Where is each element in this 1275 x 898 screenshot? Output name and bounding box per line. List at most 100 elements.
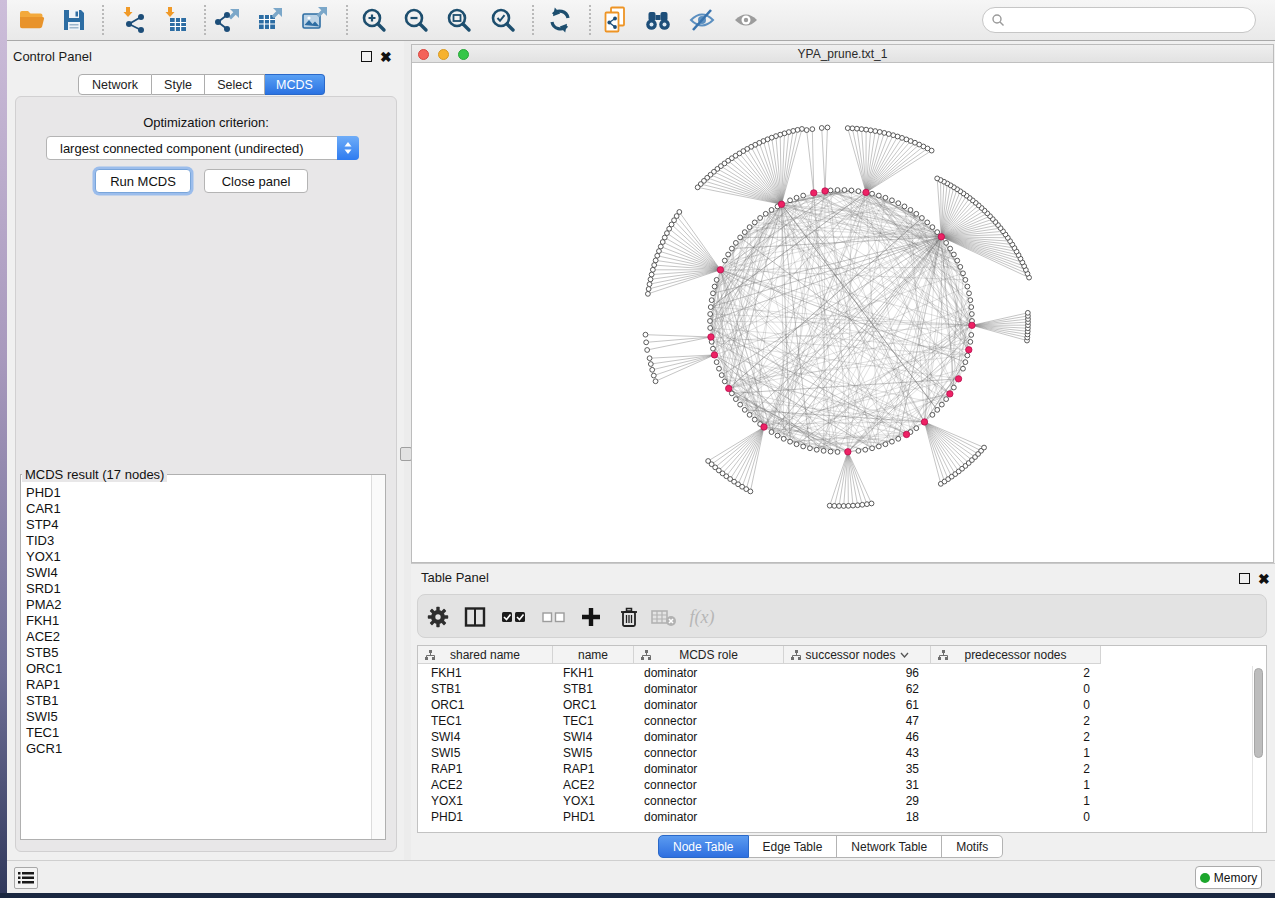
cell-successor-nodes[interactable]: 47 <box>784 713 919 729</box>
cell-name[interactable]: SWI4 <box>563 729 592 745</box>
tab-edge-table[interactable]: Edge Table <box>749 835 838 858</box>
table-row[interactable]: RAP1 RAP1 dominator 35 2 <box>418 761 1266 777</box>
delete-column-icon[interactable] <box>613 602 645 632</box>
panel-splitter[interactable] <box>404 41 411 860</box>
show-column-icon[interactable] <box>459 602 491 632</box>
cell-name[interactable]: STB1 <box>563 681 593 697</box>
delete-table-icon[interactable] <box>648 602 680 632</box>
cell-successor-nodes[interactable]: 29 <box>784 793 919 809</box>
mcds-list-scrollbar[interactable] <box>371 475 385 839</box>
cell-predecessor-nodes[interactable]: 1 <box>931 745 1090 761</box>
save-icon[interactable] <box>56 3 92 37</box>
cell-MCDS-role[interactable]: connector <box>644 713 697 729</box>
optimization-dropdown[interactable]: largest connected component (undirected) <box>46 136 359 160</box>
column-header-predecessor-nodes[interactable]: predecessor nodes <box>931 646 1101 664</box>
table-row[interactable]: YOX1YOX1connector291 <box>418 793 1266 809</box>
cell-name[interactable]: ORC1 <box>563 697 596 713</box>
cell-MCDS-role[interactable]: connector <box>644 745 697 761</box>
mcds-result-item[interactable]: CAR1 <box>22 501 370 517</box>
cell-MCDS-role[interactable]: dominator <box>644 729 697 745</box>
cell-predecessor-nodes[interactable]: 2 <box>931 713 1090 729</box>
mcds-result-item[interactable]: TEC1 <box>22 725 370 741</box>
mcds-result-item[interactable]: ORC1 <box>22 661 370 677</box>
export-table-icon[interactable] <box>253 3 289 37</box>
cell-name[interactable]: YOX1 <box>563 793 595 809</box>
cell-name[interactable]: SWI5 <box>563 745 592 761</box>
close-panel-button[interactable]: Close panel <box>204 169 308 193</box>
tab-network-table[interactable]: Network Table <box>837 835 942 858</box>
cell-predecessor-nodes[interactable]: 0 <box>931 809 1090 825</box>
column-header-successor-nodes[interactable]: successor nodes <box>784 646 931 664</box>
table-scrollbar[interactable] <box>1252 666 1264 832</box>
search-network-icon[interactable] <box>640 3 676 37</box>
cell-successor-nodes[interactable]: 43 <box>784 745 919 761</box>
cell-shared-name[interactable]: TEC1 <box>431 713 462 729</box>
cell-predecessor-nodes[interactable]: 1 <box>931 777 1090 793</box>
column-header-shared-name[interactable]: shared name <box>418 646 553 664</box>
cell-MCDS-role[interactable]: connector <box>644 777 697 793</box>
mcds-result-item[interactable]: FKH1 <box>22 613 370 629</box>
run-mcds-button[interactable]: Run MCDS <box>95 169 191 193</box>
cell-name[interactable]: TEC1 <box>563 713 594 729</box>
import-network-icon[interactable] <box>116 3 152 37</box>
cell-MCDS-role[interactable]: dominator <box>644 809 697 825</box>
cell-shared-name[interactable]: FKH1 <box>431 665 462 681</box>
column-header-MCDS-role[interactable]: MCDS role <box>634 646 784 664</box>
tab-node-table[interactable]: Node Table <box>658 835 749 858</box>
zoom-selected-icon[interactable] <box>485 3 521 37</box>
cell-name[interactable]: PHD1 <box>563 809 595 825</box>
column-header-name[interactable]: name <box>553 646 634 664</box>
table-row[interactable]: SWI4 SWI4 dominator 46 2 <box>418 729 1266 745</box>
cell-successor-nodes[interactable]: 61 <box>784 697 919 713</box>
table-scrollbar-thumb[interactable] <box>1254 668 1263 758</box>
tab-mcds[interactable]: MCDS <box>265 74 325 95</box>
zoom-out-icon[interactable] <box>398 3 434 37</box>
cell-successor-nodes[interactable]: 46 <box>784 729 919 745</box>
mcds-result-item[interactable]: RAP1 <box>22 677 370 693</box>
cell-name[interactable]: FKH1 <box>563 665 594 681</box>
mcds-result-item[interactable]: ACE2 <box>22 629 370 645</box>
cell-MCDS-role[interactable]: dominator <box>644 761 697 777</box>
cell-shared-name[interactable]: ACE2 <box>431 777 462 793</box>
mcds-result-item[interactable]: YOX1 <box>22 549 370 565</box>
cell-MCDS-role[interactable]: dominator <box>644 697 697 713</box>
refresh-icon[interactable] <box>542 3 578 37</box>
add-column-icon[interactable] <box>575 602 607 632</box>
mcds-result-item[interactable]: STB5 <box>22 645 370 661</box>
cell-predecessor-nodes[interactable]: 2 <box>931 729 1090 745</box>
cell-name[interactable]: RAP1 <box>563 761 594 777</box>
cell-shared-name[interactable]: RAP1 <box>431 761 462 777</box>
show-details-icon[interactable] <box>728 3 764 37</box>
cell-MCDS-role[interactable]: dominator <box>644 665 697 681</box>
cell-name[interactable]: ACE2 <box>563 777 594 793</box>
cell-shared-name[interactable]: YOX1 <box>431 793 463 809</box>
cell-predecessor-nodes[interactable]: 1 <box>931 793 1090 809</box>
memory-button[interactable]: Memory <box>1195 866 1262 889</box>
task-history-button[interactable] <box>14 867 38 889</box>
control-panel-float-icon[interactable] <box>361 51 372 62</box>
import-table-icon[interactable] <box>158 3 194 37</box>
table-panel-float-icon[interactable] <box>1239 573 1250 584</box>
search-field[interactable] <box>982 7 1256 33</box>
mcds-result-item[interactable]: STP4 <box>22 517 370 533</box>
cell-successor-nodes[interactable]: 62 <box>784 681 919 697</box>
zoom-in-icon[interactable] <box>356 3 392 37</box>
table-settings-icon[interactable] <box>422 602 454 632</box>
network-view-titlebar[interactable]: YPA_prune.txt_1 <box>412 45 1273 63</box>
table-row[interactable]: TEC1 TEC1 connector 47 2 <box>418 713 1266 729</box>
mcds-result-item[interactable]: PMA2 <box>22 597 370 613</box>
table-row[interactable]: PHD1PHD1dominator180 <box>418 809 1266 825</box>
mcds-result-item[interactable]: PHD1 <box>22 485 370 501</box>
tab-select[interactable]: Select <box>205 74 265 95</box>
tab-style[interactable]: Style <box>152 74 205 95</box>
table-row[interactable]: STB1STB1dominator620 <box>418 681 1266 697</box>
mcds-result-item[interactable]: TID3 <box>22 533 370 549</box>
cell-shared-name[interactable]: ORC1 <box>431 697 464 713</box>
cell-shared-name[interactable]: SWI5 <box>431 745 460 761</box>
cell-predecessor-nodes[interactable]: 2 <box>931 761 1090 777</box>
cell-successor-nodes[interactable]: 96 <box>784 665 919 681</box>
table-row[interactable]: FKH1FKH1dominator962 <box>418 665 1266 681</box>
cell-successor-nodes[interactable]: 35 <box>784 761 919 777</box>
cell-predecessor-nodes[interactable]: 0 <box>931 681 1090 697</box>
cell-shared-name[interactable]: SWI4 <box>431 729 460 745</box>
